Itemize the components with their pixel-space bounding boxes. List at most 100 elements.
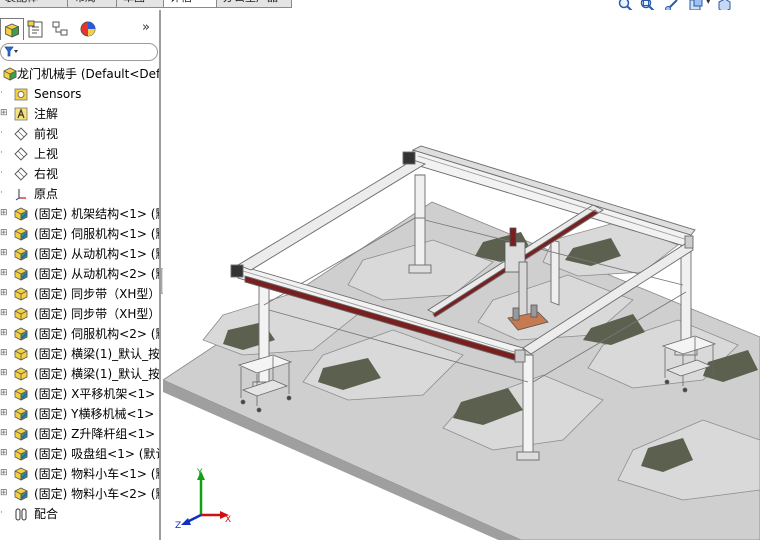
tree-item-label: (固定) Y横移机械<1> ( — [34, 407, 161, 421]
feature-manager-tab-icon[interactable] — [0, 18, 24, 40]
configuration-manager-tab-icon[interactable] — [48, 18, 72, 40]
origin-icon — [15, 189, 26, 201]
expand-toggle-icon[interactable]: ⊞ — [0, 308, 8, 318]
expand-toggle-icon[interactable]: ⊞ — [0, 268, 8, 278]
tree-item[interactable]: ⊞ (固定) 伺服机构<1> (默 — [0, 224, 161, 244]
tree-item[interactable]: ⊞ (固定) Z升降杆组<1> ( — [0, 424, 161, 444]
assembly-icon — [3, 67, 17, 81]
expand-toggle-icon[interactable]: ⊞ — [0, 348, 8, 358]
tree-item[interactable]: ⊞ (固定) 物料小车<1> (默 — [0, 464, 159, 484]
triad-z-label: Z — [175, 521, 181, 531]
tree-item[interactable]: ⊞ (固定) 横梁(1)_默认_按 — [0, 364, 161, 384]
part-icon — [14, 367, 28, 381]
graphics-area[interactable]: Y X Z — [162, 10, 760, 543]
subassembly-icon — [14, 427, 28, 441]
tree-item[interactable]: · 右视 — [0, 164, 159, 184]
tree-item-label: (固定) 同步带（XH型） — [34, 287, 161, 301]
expand-toggle-icon[interactable]: ⊞ — [0, 208, 8, 218]
part-icon — [14, 287, 28, 301]
tree-item[interactable]: · 前视 — [0, 124, 159, 144]
tree-item[interactable]: · 配合 — [0, 504, 159, 524]
tab-sketch[interactable]: 草图 — [116, 0, 164, 8]
subassembly-icon — [14, 487, 28, 501]
sensor-icon — [14, 88, 28, 101]
expand-toggle-icon[interactable]: ⊞ — [0, 108, 8, 118]
tree-connector: · — [0, 88, 3, 98]
tree-item-label: (固定) Z升降杆组<1> ( — [34, 427, 161, 441]
expand-toggle-icon[interactable]: ⊞ — [0, 328, 8, 338]
tree-item-label: (固定) 从动机构<1> (默 — [34, 247, 161, 261]
tree-item-label: (固定) 伺服机构<1> (默 — [34, 227, 161, 241]
subassembly-icon — [14, 227, 28, 241]
subassembly-icon — [14, 207, 28, 221]
subassembly-icon — [14, 407, 28, 421]
tree-item-label: (固定) X平移机架<1> ( — [34, 387, 161, 401]
plane-icon — [14, 147, 28, 161]
tree-item-label: 上视 — [34, 147, 59, 161]
subassembly-icon — [14, 327, 28, 341]
feature-tree-filter[interactable] — [0, 43, 158, 61]
tree-item-label: (固定) 横梁(1)_默认_按 — [34, 367, 161, 381]
feature-manager-panel: » 龙门机械手 (Default<Def · Sensors ⊞ 注解 · 前视 · 上视 · 右… — [0, 10, 161, 540]
subassembly-icon — [14, 387, 28, 401]
part-icon — [14, 307, 28, 321]
tree-item[interactable]: ⊞ (固定) X平移机架<1> ( — [0, 384, 161, 404]
tree-item[interactable]: ⊞ (固定) 同步带（XH型） — [0, 284, 161, 304]
subassembly-icon — [14, 467, 28, 481]
manager-tabs: » — [0, 18, 159, 40]
tab-layout[interactable]: 布局 — [67, 0, 117, 8]
gantry-robot-model[interactable]: Y X Z — [162, 10, 760, 543]
tree-item[interactable]: ⊞ (固定) 从动机构<1> (默 — [0, 244, 161, 264]
expand-toggle-icon[interactable]: ⊞ — [0, 228, 8, 238]
tree-item[interactable]: · 上视 — [0, 144, 159, 164]
tree-item[interactable]: ⊞ (固定) 伺服机构<2> (默 — [0, 324, 161, 344]
tab-office-products[interactable]: 办公室产品 — [216, 0, 292, 8]
more-tabs-chevron-icon[interactable]: » — [142, 20, 150, 35]
tree-item[interactable]: · Sensors — [0, 84, 159, 104]
expand-toggle-icon[interactable]: ⊞ — [0, 368, 8, 378]
part-icon — [14, 347, 28, 361]
expand-toggle-icon[interactable]: ⊞ — [0, 388, 8, 398]
tree-item-label: 注解 — [34, 107, 59, 121]
tree-item-label: (固定) 吸盘组<1> (默认 — [34, 447, 161, 461]
tree-item[interactable]: ⊞ (固定) 机架结构<1> (默 — [0, 204, 159, 224]
mates-icon — [15, 508, 27, 521]
triad-y-label: Y — [196, 468, 203, 478]
tree-item[interactable]: ⊞ (固定) 同步带（XH型） — [0, 304, 161, 324]
tree-connector: · — [0, 508, 3, 518]
tree-connector: · — [0, 168, 3, 178]
tree-item-label: 配合 — [34, 507, 59, 521]
expand-toggle-icon[interactable]: ⊞ — [0, 288, 8, 298]
tab-evaluate[interactable]: 评估 — [163, 0, 217, 8]
tree-item-label: 原点 — [34, 187, 59, 201]
tree-item[interactable]: · 原点 — [0, 184, 159, 204]
tree-item-label: Sensors — [34, 87, 82, 101]
tree-root-assembly[interactable]: 龙门机械手 (Default<Def — [0, 64, 159, 84]
tab-assembly[interactable]: 装配体 — [0, 0, 68, 8]
expand-toggle-icon[interactable]: ⊞ — [0, 408, 8, 418]
subassembly-icon — [14, 247, 28, 261]
tree-connector: · — [0, 188, 3, 198]
plane-icon — [14, 167, 28, 181]
triad-x-label: X — [225, 515, 231, 525]
tree-item[interactable]: ⊞ 注解 — [0, 104, 159, 124]
expand-toggle-icon[interactable]: ⊞ — [0, 248, 8, 258]
tree-item[interactable]: ⊞ (固定) 横梁(1)_默认_按 — [0, 344, 161, 364]
reference-triad: Y X Z — [175, 468, 231, 531]
tree-item[interactable]: ⊞ (固定) 物料小车<2> (默 — [0, 484, 159, 504]
tree-connector: · — [0, 148, 3, 158]
tree-item-label: (固定) 伺服机构<2> (默 — [34, 327, 161, 341]
expand-toggle-icon[interactable]: ⊞ — [0, 468, 8, 478]
tree-item[interactable]: ⊞ (固定) 从动机构<2> (默 — [0, 264, 159, 284]
property-manager-tab-icon[interactable] — [24, 18, 48, 40]
tree-connector: · — [0, 128, 3, 138]
tree-item[interactable]: ⊞ (固定) Y横移机械<1> ( — [0, 404, 161, 424]
tree-item-label: (固定) 同步带（XH型） — [34, 307, 161, 321]
tree-item[interactable]: ⊞ (固定) 吸盘组<1> (默认 — [0, 444, 161, 464]
appearance-manager-tab-icon[interactable] — [76, 18, 100, 40]
expand-toggle-icon[interactable]: ⊞ — [0, 488, 8, 498]
tree-item-label: (固定) 横梁(1)_默认_按 — [34, 347, 161, 361]
view-orientation-dropdown-icon[interactable]: ▾ — [706, 0, 711, 7]
expand-toggle-icon[interactable]: ⊞ — [0, 428, 8, 438]
expand-toggle-icon[interactable]: ⊞ — [0, 448, 8, 458]
